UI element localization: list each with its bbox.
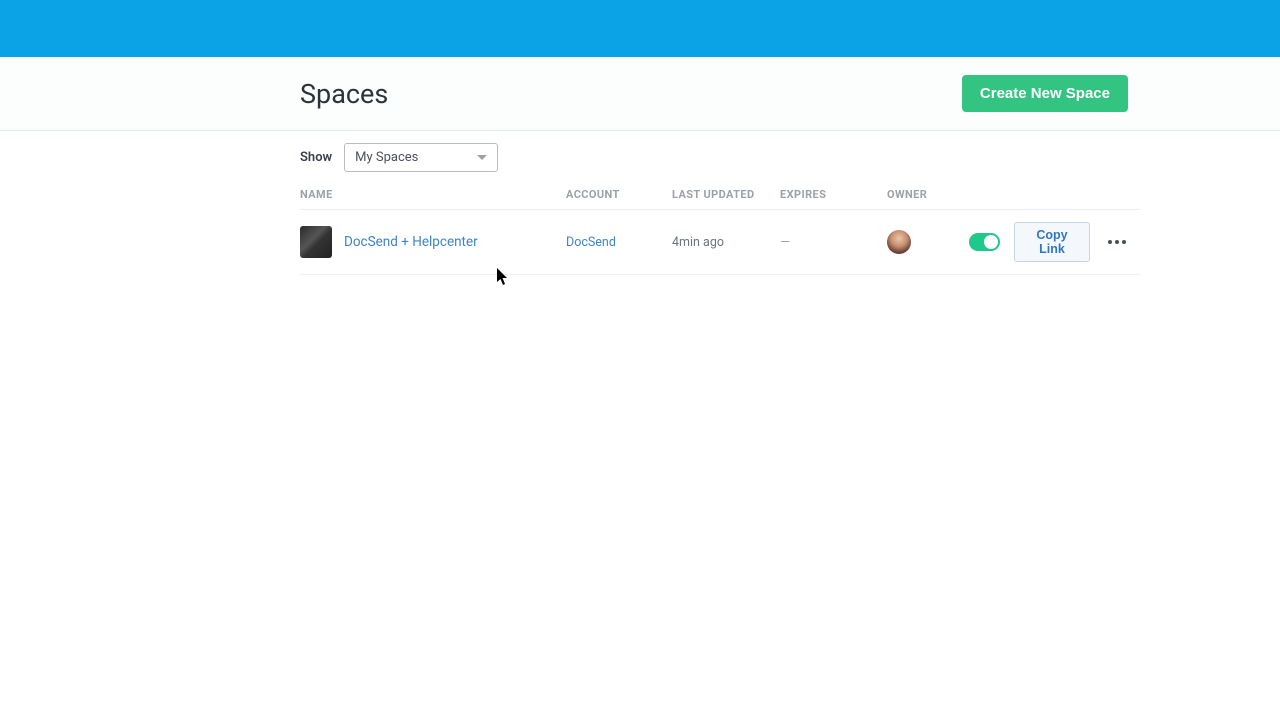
top-banner xyxy=(0,0,1280,57)
table-header: NAME ACCOUNT LAST UPDATED EXPIRES OWNER xyxy=(300,178,1140,210)
owner-avatar xyxy=(887,230,911,254)
column-last-updated: LAST UPDATED xyxy=(672,188,780,201)
active-toggle[interactable] xyxy=(969,233,1000,251)
space-thumbnail xyxy=(300,226,332,258)
space-last-updated: 4min ago xyxy=(672,235,780,250)
spaces-table: NAME ACCOUNT LAST UPDATED EXPIRES OWNER … xyxy=(300,178,1140,275)
column-expires: EXPIRES xyxy=(780,188,887,201)
filter-row: Show My Spaces xyxy=(300,143,1280,178)
create-new-space-button[interactable]: Create New Space xyxy=(962,75,1128,112)
chevron-down-icon xyxy=(477,155,487,160)
space-account-link[interactable]: DocSend xyxy=(566,235,672,250)
page-title: Spaces xyxy=(300,78,388,110)
filter-dropdown[interactable]: My Spaces xyxy=(344,143,498,172)
copy-link-button[interactable]: Copy Link xyxy=(1014,222,1090,262)
space-name-link[interactable]: DocSend + Helpcenter xyxy=(344,234,478,250)
space-expires: — xyxy=(780,235,887,250)
column-owner: OWNER xyxy=(887,188,969,201)
column-name: NAME xyxy=(300,188,566,201)
table-row: DocSend + Helpcenter DocSend 4min ago — … xyxy=(300,210,1140,275)
more-options-icon[interactable] xyxy=(1104,236,1130,248)
filter-selected-value: My Spaces xyxy=(355,150,418,165)
show-label: Show xyxy=(300,150,332,165)
column-account: ACCOUNT xyxy=(566,188,672,201)
header-section: Spaces Create New Space xyxy=(0,57,1280,131)
